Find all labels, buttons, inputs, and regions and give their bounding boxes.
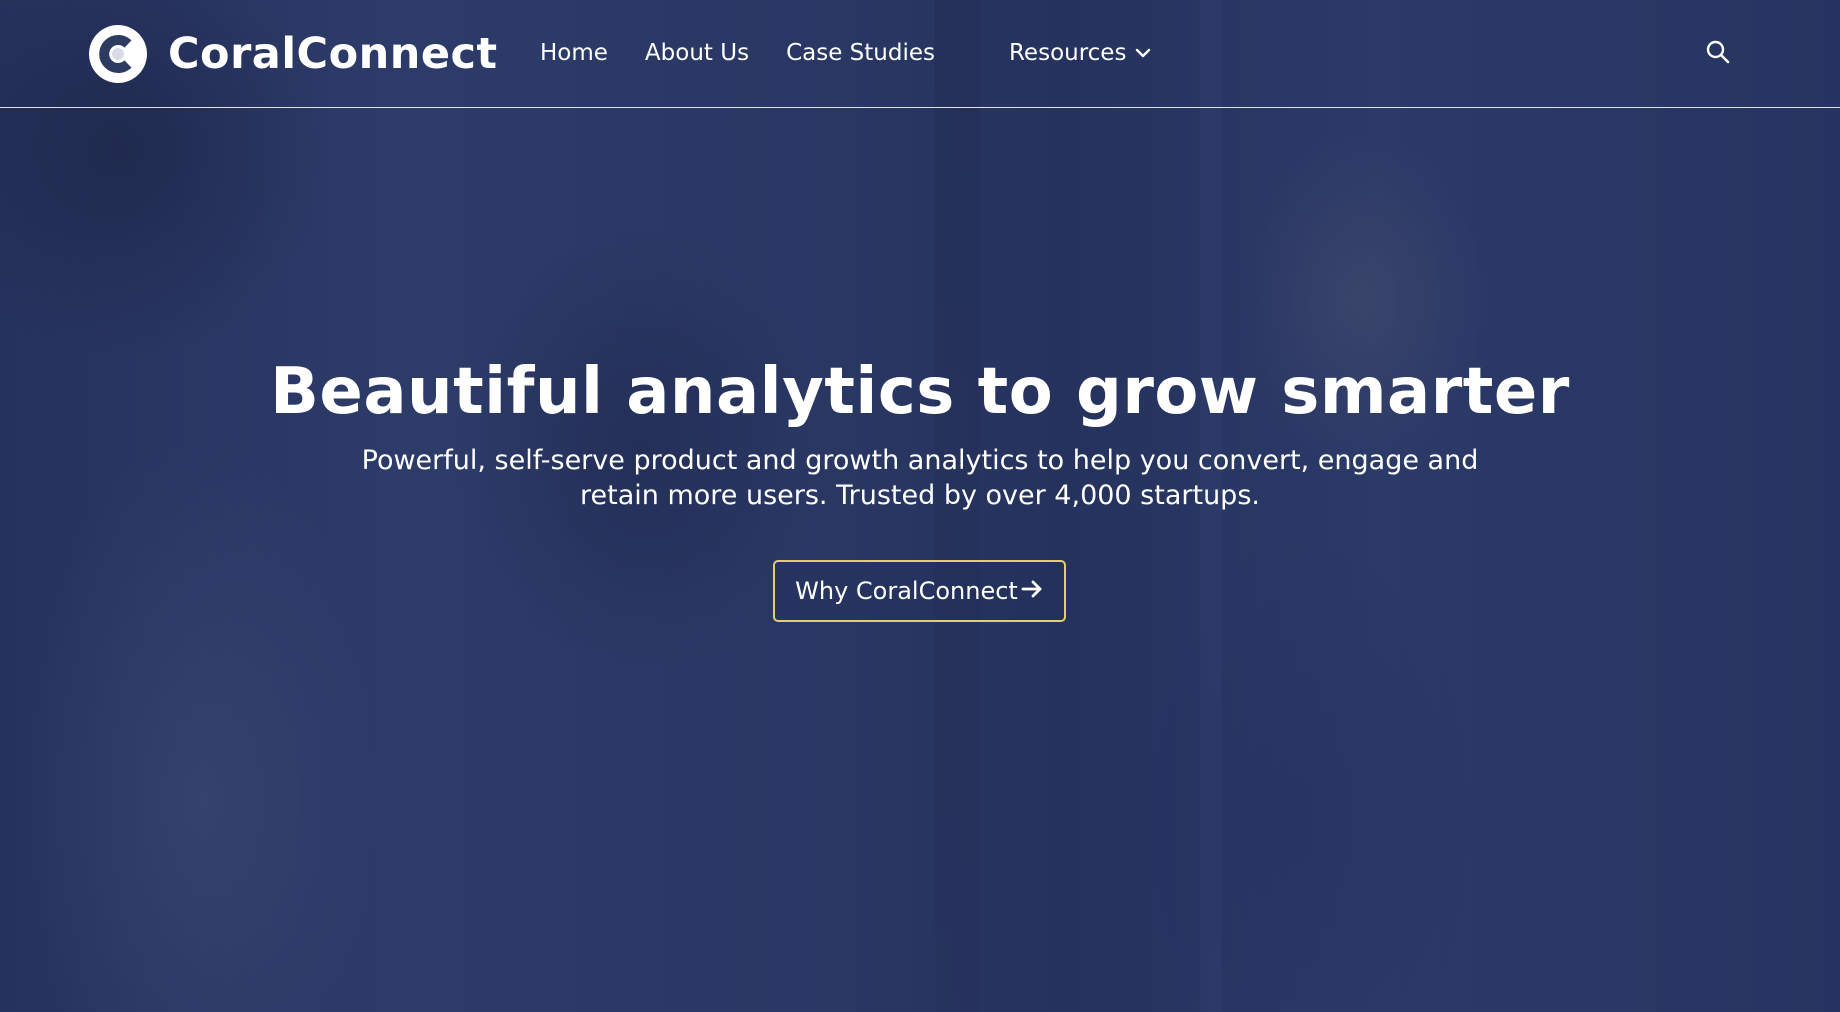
- nav-item-about-us[interactable]: About Us: [645, 40, 749, 66]
- nav-item-resources-label: Resources: [1008, 40, 1127, 66]
- search-button[interactable]: [1704, 38, 1732, 66]
- landing-page: CoralConnect Home About Us Case Studies …: [0, 0, 1840, 1012]
- brand-name: CoralConnect: [168, 29, 498, 79]
- main-nav: Home About Us Case Studies Resources: [540, 38, 1188, 68]
- hero-subtitle: Powerful, self-serve product and growth …: [361, 445, 1479, 511]
- hero-title: Beautiful analytics to grow smarter: [270, 355, 1570, 429]
- brand-home-link[interactable]: CoralConnect: [88, 24, 498, 84]
- nav-item-case-studies[interactable]: Case Studies: [786, 40, 935, 66]
- arrow-right-icon: [1021, 580, 1042, 598]
- nav-item-home[interactable]: Home: [540, 40, 608, 66]
- nav-item-resources[interactable]: Resources: [1009, 40, 1151, 66]
- why-coralconnect-button[interactable]: Why CoralConnect: [773, 560, 1066, 622]
- cta-label: Why CoralConnect: [795, 577, 1018, 605]
- search-icon: [1706, 40, 1730, 64]
- coralconnect-logo-icon: [89, 25, 147, 83]
- chevron-down-icon: [1136, 48, 1151, 58]
- site-header: CoralConnect Home About Us Case Studies …: [0, 0, 1840, 108]
